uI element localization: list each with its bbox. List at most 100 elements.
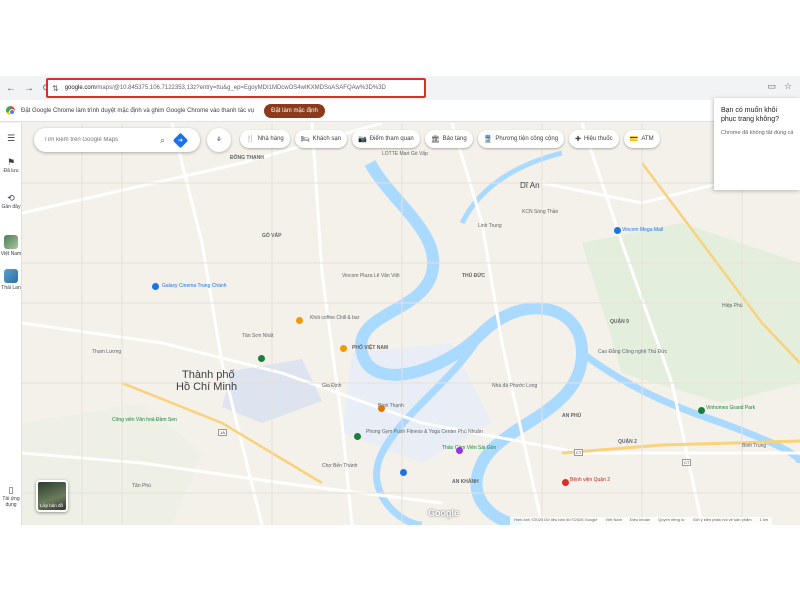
road-shield: CT (574, 449, 584, 456)
map-label-hiep-phu[interactable]: Hiệp Phú (722, 303, 743, 309)
park-pin-icon[interactable] (258, 355, 265, 362)
map-label-linh-trung[interactable]: Linh Trung (478, 223, 502, 229)
layers-label: Lớp bản đồ (40, 503, 63, 508)
search-input[interactable] (44, 137, 156, 143)
url-host: google.com (64, 85, 96, 91)
gym-pin-icon[interactable] (354, 433, 361, 440)
rail-saved-label: Đã lưu (3, 168, 19, 174)
google-logo: Google (428, 508, 459, 518)
chip-attractions[interactable]: 📷 Điểm tham quan (352, 130, 420, 148)
mall-pin-icon[interactable] (614, 227, 621, 234)
rail-get-app-label: Tải ứng dụng (2, 496, 20, 508)
address-bar[interactable]: ⇅ google.com /maps/@10.845375,106.712235… (46, 78, 426, 98)
restaurant-pin-icon[interactable] (340, 345, 347, 352)
rail-recent[interactable]: ⟲ Gần đây (0, 193, 22, 210)
map-label-an-phu[interactable]: AN PHÚ (562, 413, 581, 419)
footer-country[interactable]: Việt Nam (606, 517, 622, 525)
chip-label: Khách sạn (312, 136, 341, 142)
input-tools-button[interactable]: ê (207, 128, 231, 152)
phone-icon: ▯ (8, 485, 14, 495)
hamburger-icon: ☰ (6, 133, 16, 143)
chip-museums[interactable]: 🏛 Bảo tàng (424, 130, 473, 148)
map-label-tham-luong[interactable]: Tham Lương (92, 349, 121, 355)
map-label-tan-phu[interactable]: Tân Phú (132, 483, 151, 489)
category-chips: 🍴 Nhà hàng 🛏 Khách sạn 📷 Điểm tham quan … (240, 130, 660, 148)
map-footer: Hình ảnh ©2025 Dữ liệu bản đồ ©2025 Goog… (510, 517, 773, 525)
map-label-nha-da[interactable]: Nhà đá Phước Long (492, 383, 537, 389)
hospital-pin-icon[interactable] (562, 479, 569, 486)
map-label-khoi[interactable]: Khói coffee Chill & bar (310, 315, 359, 321)
atm-icon: 💳 (629, 136, 639, 143)
map-label-binhtrung[interactable]: Binh Trung (742, 443, 766, 449)
layers-button[interactable]: Lớp bản đồ (36, 480, 68, 512)
map-label-thaocam[interactable]: Thảo Cầm Viên Sài Gòn (442, 445, 496, 451)
map-label-lotte[interactable]: LOTTE Mart Gò Vấp (382, 151, 428, 157)
road-shield: 1A (218, 429, 227, 436)
map-label-dam-sen[interactable]: Công viên Văn hoá Đầm Sen (112, 417, 177, 423)
chip-label: Bảo tàng (442, 136, 467, 142)
map-label-an-khanh[interactable]: AN KHÁNH (452, 479, 479, 485)
chip-restaurants[interactable]: 🍴 Nhà hàng (240, 130, 290, 148)
map-label-thu-duc[interactable]: THỦ ĐỨC (462, 273, 485, 279)
star-icon[interactable]: ☆ (784, 81, 792, 92)
museum-icon: 🏛 (430, 136, 440, 143)
infobar-message: Đặt Google Chrome làm trình duyệt mặc đị… (21, 107, 255, 114)
map-canvas[interactable]: Thành phố Hồ Chí Minh Dĩ An ĐÔNG THẠNH A… (22, 123, 800, 525)
map-label-quan9[interactable]: QUẬN 9 (610, 319, 629, 325)
map-label-tan-son[interactable]: Tân Sơn Nhất (242, 333, 273, 339)
map-label-dian[interactable]: Dĩ An (520, 181, 540, 190)
map-label-phoviet[interactable]: PHỐ VIỆT NAM (352, 345, 388, 351)
chip-atm[interactable]: 💳 ATM (623, 130, 660, 148)
map-label-vincom-q9[interactable]: Vincom Mega Mall (622, 227, 663, 233)
search-box: ⌕ ➜ (34, 128, 200, 152)
chip-transit[interactable]: 🚆 Phương tiện công cộng (477, 130, 565, 148)
cinema-pin-icon[interactable] (152, 283, 159, 290)
map-label-cao-dang[interactable]: Cao Đẳng Công nghệ Thủ Đức (598, 349, 667, 355)
restaurant-pin-icon[interactable] (296, 317, 303, 324)
rail-get-app[interactable]: ▯ Tải ứng dụng (0, 485, 22, 508)
rail-vietnam-label: Việt Nam (0, 251, 22, 257)
footer-terms-link[interactable]: Điều khoản (630, 517, 650, 525)
map-label-go-vap[interactable]: GÒ VẤP (262, 233, 281, 239)
map-label-vincom[interactable]: Vincom Plaza Lê Văn Việt (342, 273, 400, 279)
footer-attribution: Hình ảnh ©2025 Dữ liệu bản đồ ©2025 Goog… (514, 517, 598, 522)
park-pin-icon[interactable] (698, 407, 705, 414)
rail-vietnam[interactable]: Việt Nam (0, 235, 22, 257)
rail-saved[interactable]: ⚑ Đã lưu (0, 157, 22, 174)
bookmark-icon: ⚑ (6, 157, 16, 167)
chip-hotels[interactable]: 🛏 Khách sạn (294, 130, 347, 148)
map-label-kcn[interactable]: KCN Sóng Thần (522, 209, 558, 215)
tune-icon[interactable]: ⇅ (52, 84, 59, 93)
default-browser-infobar: Đặt Google Chrome làm trình duyệt mặc đị… (0, 100, 800, 122)
menu-button[interactable]: ☰ (0, 133, 22, 144)
set-default-button[interactable]: Đặt làm mặc định (264, 103, 325, 118)
chip-label: Hiệu thuốc (583, 136, 613, 142)
map-label-phongdym[interactable]: Phong Gym Push Fitness & Yoga Center Phú… (366, 429, 483, 435)
shop-pin-icon[interactable] (378, 405, 385, 412)
map-label-benh-vien[interactable]: Bệnh viện Quận 2 (570, 477, 610, 483)
back-arrow-icon[interactable]: ← (4, 81, 18, 95)
popup-title: Bạn có muốn khôi phục trang không? (721, 107, 779, 123)
transit-pin-icon[interactable] (400, 469, 407, 476)
map-label-city[interactable]: Thành phố (182, 369, 235, 381)
popup-description: Chrome đã không tắt đúng cách (721, 130, 793, 136)
footer-privacy-link[interactable]: Quyền riêng tư (658, 517, 685, 525)
map-label-chodan[interactable]: Chợ Bến Thành (322, 463, 357, 469)
search-icon[interactable]: ⌕ (160, 135, 165, 146)
footer-scale[interactable]: 1 km (760, 517, 769, 525)
map-label-quan2[interactable]: QUẬN 2 (618, 439, 637, 445)
map-label-dong-thanh[interactable]: ĐÔNG THẠNH (230, 155, 264, 161)
map-label-galaxy[interactable]: Galaxy Cinema Trung Chánh (162, 283, 226, 289)
browser-window: ← → ⟳ ⇅ google.com /maps/@10.845375,106.… (0, 76, 800, 525)
footer-feedback-link[interactable]: Gửi ý kiến phản hồi về sản phẩm (693, 517, 752, 525)
chip-pharmacies[interactable]: ✚ Hiệu thuốc (569, 130, 619, 148)
forward-arrow-icon[interactable]: → (22, 81, 36, 95)
zoo-pin-icon[interactable] (456, 447, 463, 454)
map-label-city2[interactable]: Hồ Chí Minh (176, 381, 237, 393)
cast-icon[interactable]: ▭ (767, 81, 776, 92)
map-label-vinhomes[interactable]: Vinhomes Grand Park (706, 405, 755, 411)
directions-icon[interactable]: ➜ (172, 132, 189, 148)
browser-toolbar: ← → ⟳ ⇅ google.com /maps/@10.845375,106.… (0, 76, 800, 100)
map-label-gia-dinh[interactable]: Gia Định (322, 383, 341, 389)
rail-thailand[interactable]: Thái Lan (0, 269, 22, 291)
